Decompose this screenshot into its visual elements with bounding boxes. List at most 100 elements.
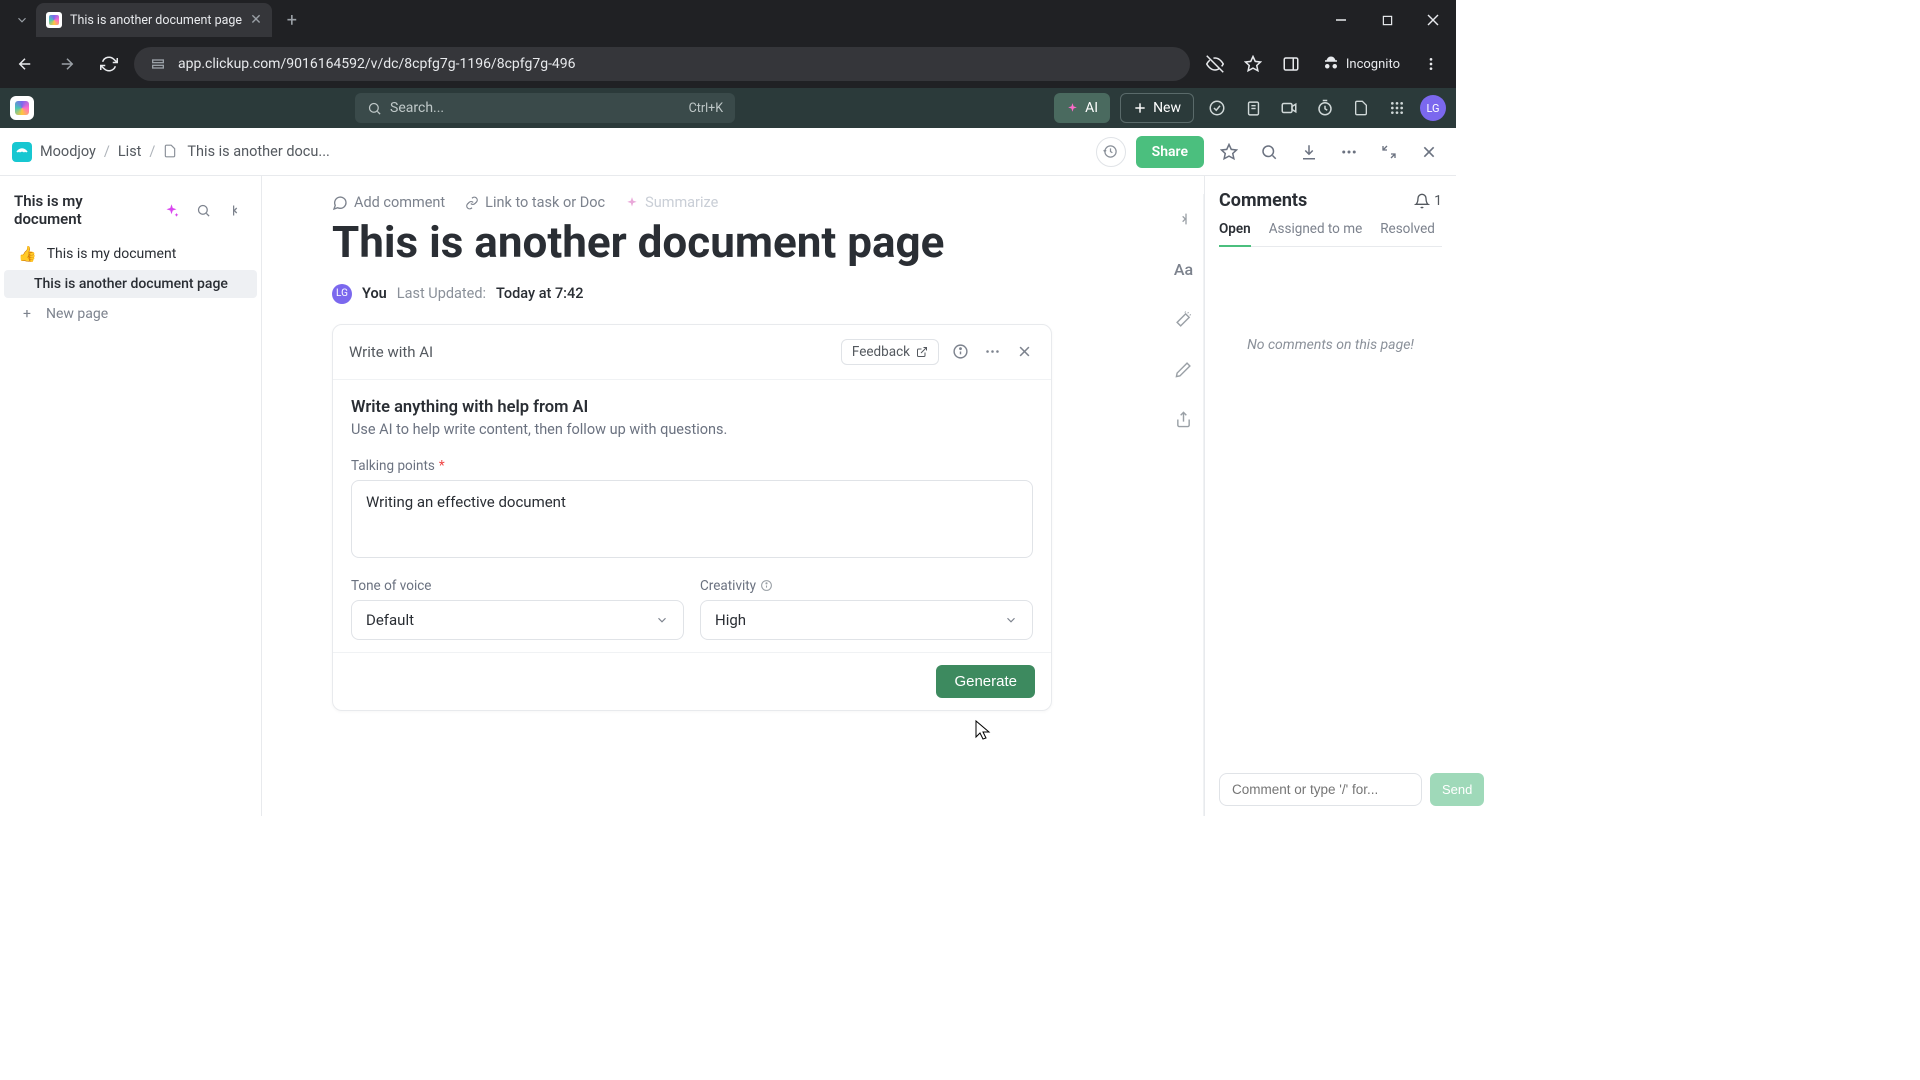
share-icon[interactable] [1171,406,1197,432]
edit-icon[interactable] [1171,356,1197,382]
add-comment-button[interactable]: Add comment [332,194,445,211]
author-avatar[interactable]: LG [332,284,352,304]
tab-open[interactable]: Open [1219,221,1251,247]
comment-input[interactable] [1219,773,1422,806]
bookmark-star-icon[interactable] [1236,47,1270,81]
incognito-badge[interactable]: Incognito [1312,47,1410,81]
comments-empty: No comments on this page! [1219,247,1442,773]
sidebar-item-label: This is my document [47,246,177,262]
reload-button[interactable] [92,47,126,81]
info-icon[interactable] [760,579,773,592]
tone-select[interactable]: Default [351,600,684,640]
history-icon[interactable] [1096,137,1126,167]
sparkle-icon [1066,102,1079,115]
author-row: LG You Last Updated: Today at 7:42 [332,284,1134,304]
tab-resolved[interactable]: Resolved [1380,221,1435,246]
close-doc-icon[interactable] [1414,137,1444,167]
main-layout: This is my document 👍 This is my documen… [0,176,1456,816]
download-icon[interactable] [1294,137,1324,167]
tab-assigned[interactable]: Assigned to me [1269,221,1363,246]
minimize-icon[interactable] [1318,0,1364,40]
check-circle-icon[interactable] [1204,95,1230,121]
sidebar-new-page[interactable]: + New page [4,299,257,329]
share-button[interactable]: Share [1136,136,1204,168]
search-doc-icon[interactable] [1254,137,1284,167]
sparkle-icon[interactable] [159,198,183,222]
document-icon [163,144,179,160]
info-icon[interactable] [949,341,971,363]
sidebar-item-doc-root[interactable]: 👍 This is my document [4,239,257,269]
document-area: Add comment Link to task or Doc Summariz… [262,194,1164,816]
creativity-select[interactable]: High [700,600,1033,640]
avatar[interactable]: LG [1420,95,1446,121]
breadcrumb-workspace[interactable]: Moodjoy [40,143,96,160]
notepad-icon[interactable] [1240,95,1266,121]
expand-rail-icon[interactable] [1171,206,1197,232]
sidebar-item-label: New page [46,306,108,322]
apps-grid-icon[interactable] [1384,95,1410,121]
browser-tab[interactable]: This is another document page ✕ [36,3,272,37]
notifications-button[interactable]: 1 [1414,193,1442,209]
doc-icon[interactable] [1348,95,1374,121]
incognito-label: Incognito [1346,57,1400,72]
url-input[interactable]: app.clickup.com/9016164592/v/dc/8cpfg7g-… [134,47,1190,81]
browser-chrome: This is another document page ✕ + app.cl… [0,0,1456,88]
maximize-icon[interactable] [1364,0,1410,40]
send-comment-button[interactable]: Send [1430,773,1484,806]
clock-icon[interactable] [1312,95,1338,121]
close-window-icon[interactable] [1410,0,1456,40]
talking-points-input[interactable] [351,480,1033,558]
browser-menu-icon[interactable] [1414,47,1448,81]
doc-toolbar: Add comment Link to task or Doc Summariz… [332,194,1134,211]
back-button[interactable] [8,47,42,81]
search-input[interactable]: Search... Ctrl+K [355,93,735,123]
window-controls [1318,0,1456,40]
star-icon[interactable] [1214,137,1244,167]
typography-icon[interactable]: Aa [1171,256,1197,282]
right-rail: Aa [1164,194,1204,816]
search-icon [367,101,382,116]
new-tab-button[interactable]: + [278,6,306,34]
external-link-icon [916,346,928,358]
wand-icon[interactable] [1171,306,1197,332]
collapse-sidebar-icon[interactable] [223,198,247,222]
more-horizontal-icon[interactable] [981,341,1003,363]
creativity-label: Creativity [700,578,1033,594]
summarize-button[interactable]: Summarize [625,194,718,211]
document-title[interactable]: This is another document page [332,217,1134,268]
comments-panel: Comments 1 Open Assigned to me Resolved … [1204,176,1456,816]
forward-button[interactable] [50,47,84,81]
workspace-icon[interactable] [12,142,32,162]
link-icon [465,196,479,210]
site-info-icon[interactable] [148,54,168,74]
close-tab-icon[interactable]: ✕ [250,12,262,28]
feedback-button[interactable]: Feedback [841,339,939,365]
updated-value: Today at 7:42 [496,285,583,302]
collapse-icon[interactable] [1374,137,1404,167]
app-logo[interactable] [10,96,34,120]
side-panel-icon[interactable] [1274,47,1308,81]
generate-button[interactable]: Generate [936,665,1035,698]
video-icon[interactable] [1276,95,1302,121]
plus-icon [1133,101,1147,115]
url-text: app.clickup.com/9016164592/v/dc/8cpfg7g-… [178,56,576,72]
chevron-down-icon [1004,613,1018,627]
ai-button[interactable]: AI [1054,93,1110,123]
sidebar-item-doc-page[interactable]: This is another document page [4,270,257,298]
new-button[interactable]: New [1120,93,1194,123]
breadcrumb-doc[interactable]: This is another docu... [187,143,329,160]
link-task-button[interactable]: Link to task or Doc [465,194,605,211]
tab-bar: This is another document page ✕ + [0,0,1456,40]
close-ai-panel-icon[interactable] [1013,341,1035,363]
sidebar: This is my document 👍 This is my documen… [0,176,262,816]
tone-label: Tone of voice [351,578,684,594]
eye-off-icon[interactable] [1198,47,1232,81]
notification-count: 1 [1434,193,1442,209]
updated-label: Last Updated: [397,285,486,302]
comments-title: Comments [1219,190,1307,211]
breadcrumb-list[interactable]: List [118,143,142,160]
tab-search-icon[interactable] [8,6,36,34]
ai-heading: Write anything with help from AI [351,398,1033,417]
more-icon[interactable] [1334,137,1364,167]
search-sidebar-icon[interactable] [191,198,215,222]
